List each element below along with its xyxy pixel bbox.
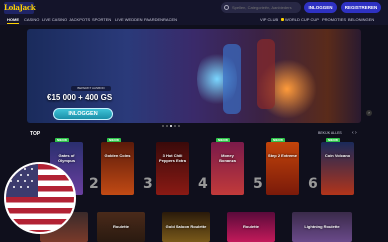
star-icon	[20, 186, 22, 188]
nav-casino[interactable]: CASINO	[24, 17, 39, 22]
character-devil	[257, 39, 275, 109]
live-game-tile[interactable]: Lightning Roulette	[292, 212, 352, 242]
logo[interactable]: LolaJack	[4, 2, 36, 14]
us-flag-icon[interactable]	[4, 162, 76, 234]
star-icon	[17, 180, 19, 182]
live-game-tile[interactable]: Roulette	[97, 212, 145, 242]
rank-number: 6	[308, 176, 318, 192]
live-game-tile[interactable]: Roulette	[227, 212, 275, 242]
carousel-dot[interactable]	[166, 125, 168, 127]
star-icon	[31, 180, 33, 182]
star-icon	[10, 168, 12, 170]
search-input[interactable]	[232, 2, 301, 13]
nav-world-cup[interactable]: WORLD CUP CUP	[281, 17, 319, 22]
game-title: Money Bonanza	[219, 153, 236, 163]
login-button[interactable]: INLOGGEN	[304, 2, 337, 13]
flag-canton	[6, 164, 38, 197]
live-game-title: Lightning Roulette	[304, 224, 340, 229]
rank-number: 2	[89, 176, 99, 192]
nav-paardenracen[interactable]: PAARDENRACEN	[144, 17, 177, 22]
game-title: Step 2 Extreme	[268, 153, 297, 158]
star-icon	[24, 180, 26, 182]
nav-world-cup-label: WORLD CUP CUP	[285, 17, 319, 22]
nav-live-casino[interactable]: LIVE CASINO	[42, 17, 67, 22]
carousel-dot[interactable]	[162, 125, 164, 127]
trophy-icon	[281, 18, 284, 22]
game-tile[interactable]: Coin Volcano	[321, 142, 354, 195]
banner-subtext: BEPERKT AANBOD	[71, 86, 111, 91]
nav-home[interactable]: HOME	[7, 17, 19, 24]
rank-number: 3	[143, 176, 153, 192]
nav-sporten[interactable]: SPORTEN	[92, 17, 111, 22]
game-tile[interactable]: Step 2 Extreme	[266, 142, 299, 195]
nav-jackpots[interactable]: JACKPOTS	[69, 17, 90, 22]
banner-login-button[interactable]: INLOGGEN	[53, 108, 113, 120]
game-tile[interactable]: Golden Coins	[101, 142, 134, 195]
see-all-link[interactable]: BEKIJK ALLES	[318, 131, 342, 135]
nav-promoties[interactable]: PROMOTIES	[322, 17, 346, 22]
star-icon	[13, 186, 15, 188]
live-game-tile[interactable]: Gold Saloon Roulette	[162, 212, 210, 242]
main-nav: HOME CASINO LIVE CASINO JACKPOTS SPORTEN…	[0, 15, 388, 25]
star-icon	[31, 168, 33, 170]
banner-promo: €15 000 + 400 GS	[47, 93, 113, 102]
game-title: 3 Hot Chili Peppers Extra	[159, 153, 186, 163]
carousel-dot[interactable]	[178, 125, 180, 127]
game-tile[interactable]: 3 Hot Chili Peppers Extra	[156, 142, 189, 195]
game-title: Gates of Olympus	[57, 153, 76, 163]
star-icon	[27, 174, 29, 176]
game-tile[interactable]: Money Bonanza	[211, 142, 244, 195]
search-icon	[224, 5, 229, 10]
nav-live-wedden[interactable]: LIVE WEDDEN	[115, 17, 143, 22]
star-icon	[27, 186, 29, 188]
search-bar[interactable]	[221, 2, 301, 13]
star-icon	[13, 174, 15, 176]
nav-vip-club[interactable]: VIP CLUB	[260, 17, 278, 22]
live-game-title: Gold Saloon Roulette	[165, 224, 207, 229]
nav-beloningen[interactable]: BELONINGEN	[348, 17, 374, 22]
star-icon	[24, 168, 26, 170]
register-button[interactable]: REGISTREREN	[341, 2, 381, 13]
rank-number: 5	[253, 176, 263, 192]
star-icon	[20, 174, 22, 176]
live-game-title: Roulette	[113, 224, 129, 229]
header: LolaJack INLOGGEN REGISTREREN	[0, 0, 388, 15]
rank-number: 4	[198, 176, 208, 192]
hero-banner[interactable]: BEPERKT AANBOD €15 000 + 400 GS INLOGGEN	[27, 29, 361, 123]
carousel-next-arrow[interactable]: ›	[366, 110, 372, 116]
carousel-dots	[162, 114, 182, 132]
prev-arrow-icon[interactable]: ‹ ›	[352, 130, 357, 136]
carousel-dot-active[interactable]	[170, 125, 172, 127]
section-title-top: TOP	[30, 131, 41, 137]
star-icon	[17, 168, 19, 170]
game-title: Golden Coins	[104, 153, 131, 158]
game-title: Coin Volcano	[324, 153, 351, 158]
carousel-dot[interactable]	[174, 125, 176, 127]
character-witch	[223, 44, 241, 114]
live-game-title: Roulette	[243, 224, 259, 229]
star-icon	[10, 180, 12, 182]
